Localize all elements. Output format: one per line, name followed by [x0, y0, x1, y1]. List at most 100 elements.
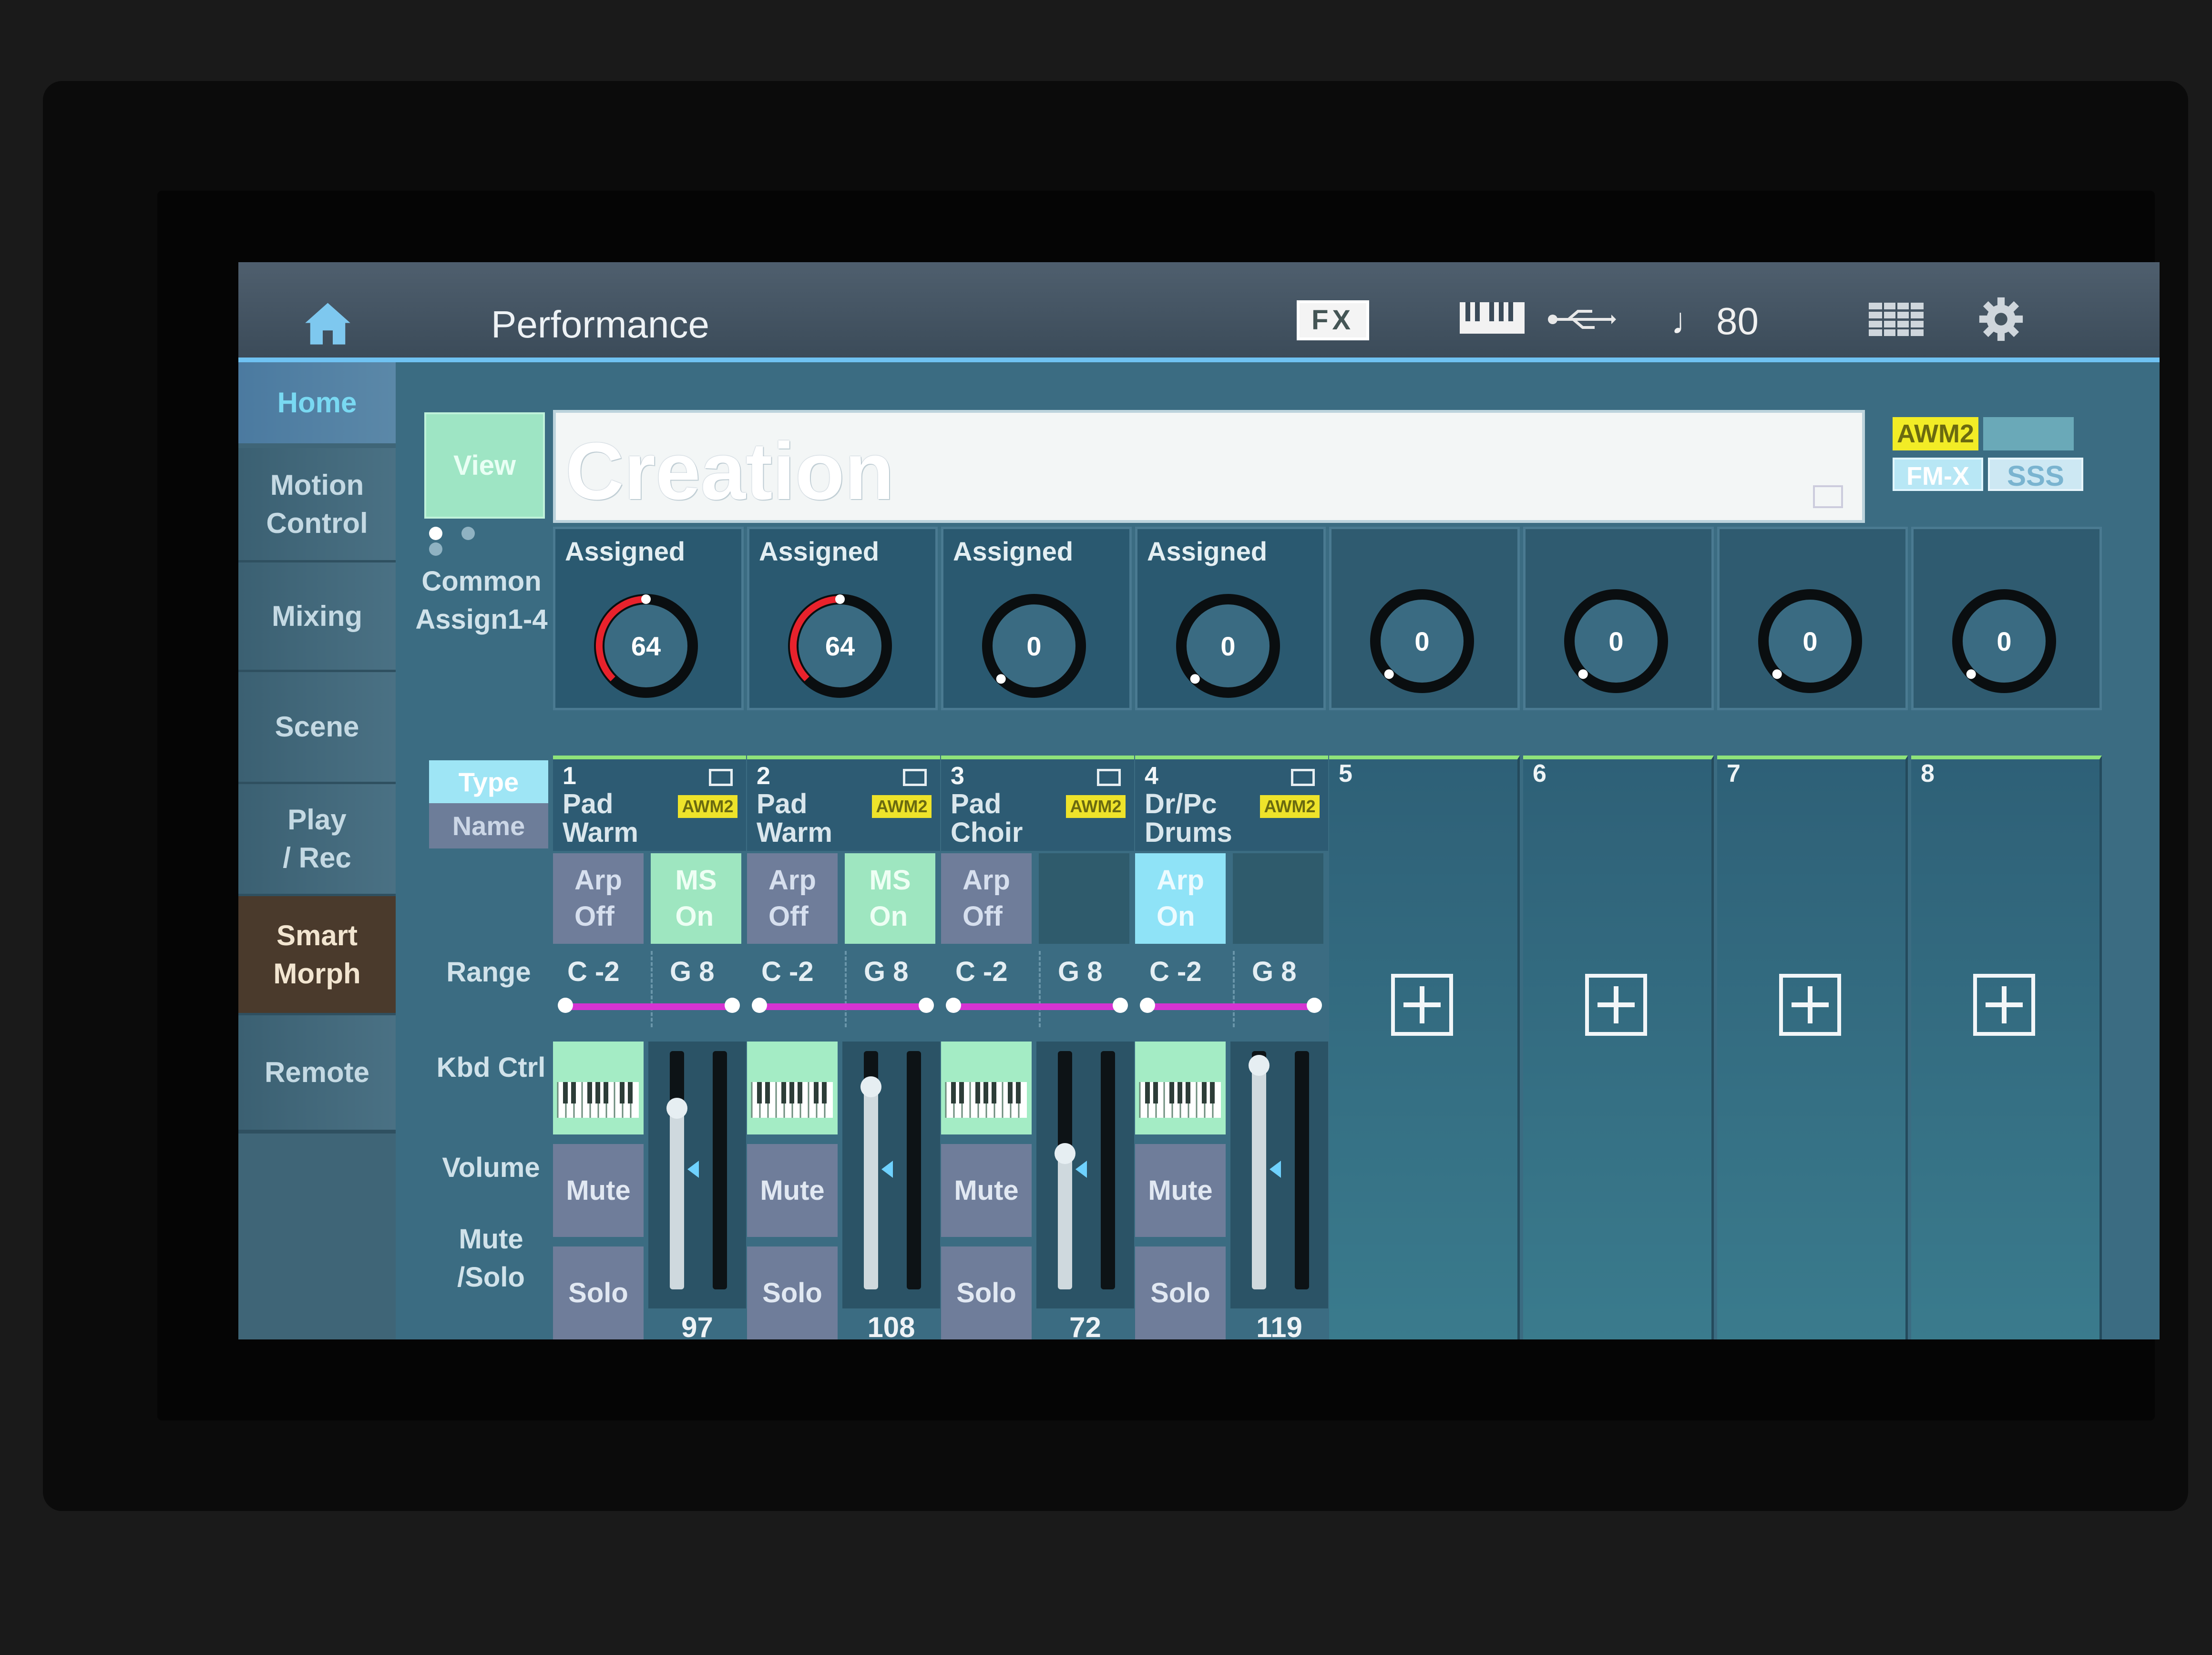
add-part-button[interactable]	[1779, 974, 1841, 1036]
mute-button[interactable]: Mute	[941, 1144, 1032, 1237]
fader-handle[interactable]	[1055, 1143, 1075, 1164]
home-icon[interactable]	[303, 300, 353, 346]
add-part-button[interactable]	[1391, 974, 1453, 1036]
kbd-ctrl-toggle[interactable]	[553, 1042, 644, 1134]
knob-cell[interactable]: Assigned 64	[553, 527, 744, 710]
mute-button[interactable]: Mute	[1135, 1144, 1226, 1237]
range-low[interactable]: C -2	[761, 956, 814, 988]
knob-value: 0	[1414, 626, 1429, 656]
knob-dial[interactable]: 0	[1949, 586, 2059, 696]
range-bar[interactable]	[563, 1003, 734, 1010]
range-bar[interactable]	[1145, 1003, 1316, 1010]
knob-cell[interactable]: Assigned 64	[747, 527, 938, 710]
knob-dial[interactable]: 64	[591, 591, 701, 701]
kbd-ctrl-toggle[interactable]	[747, 1042, 838, 1134]
nav-motion-control-label: Motion Control	[266, 469, 368, 539]
mute-button[interactable]: Mute	[747, 1144, 838, 1237]
nav-smart-morph[interactable]: Smart Morph	[238, 896, 396, 1017]
part-column: 3 Pad Choir AWM2 Arp Off C -2 G 8 Mute S…	[941, 756, 1134, 1339]
range-bar[interactable]	[757, 1003, 928, 1010]
knob-cell[interactable]: 0	[1329, 527, 1520, 710]
fader-track[interactable]	[860, 1051, 881, 1289]
nav-play-rec[interactable]: Play / Rec	[238, 784, 396, 898]
range-low-handle[interactable]	[752, 998, 767, 1013]
range-high-handle[interactable]	[1113, 998, 1128, 1013]
nav-scene[interactable]: Scene	[238, 672, 396, 786]
motion-seq-toggle[interactable]: MS On	[845, 853, 935, 944]
type-toggle[interactable]: Type	[429, 760, 548, 803]
volume-fader[interactable]	[1230, 1042, 1328, 1308]
part-name: Choir	[951, 817, 1023, 848]
knob-dial[interactable]: 0	[1367, 586, 1477, 696]
knob-dial[interactable]: 0	[1755, 586, 1865, 696]
knob-dial[interactable]: 0	[1561, 586, 1671, 696]
range-high[interactable]: G 8	[864, 956, 909, 988]
fader-handle[interactable]	[1249, 1055, 1270, 1076]
fader-handle[interactable]	[860, 1076, 881, 1097]
fader-track[interactable]	[1249, 1051, 1270, 1289]
range-high[interactable]: G 8	[670, 956, 715, 988]
tempo-value[interactable]: 80	[1716, 299, 1759, 343]
view-button[interactable]: View	[424, 412, 545, 519]
keyboard-icon[interactable]	[1459, 301, 1526, 335]
volume-fader[interactable]	[842, 1042, 940, 1308]
nav-home[interactable]: Home	[238, 362, 396, 443]
volume-fader[interactable]	[648, 1042, 746, 1308]
kbd-ctrl-toggle[interactable]	[1135, 1042, 1226, 1134]
knob-cell[interactable]: 0	[1911, 527, 2102, 710]
knob-dial[interactable]: 0	[1173, 591, 1283, 701]
range-low[interactable]: C -2	[567, 956, 620, 988]
knob-dial[interactable]: 0	[979, 591, 1089, 701]
nav-play-rec-label: Play / Rec	[283, 804, 351, 874]
solo-button[interactable]: Solo	[747, 1246, 838, 1339]
part-number: 7	[1727, 760, 1741, 787]
nav-motion-control[interactable]: Motion Control	[238, 448, 396, 564]
range-high-handle[interactable]	[1307, 998, 1322, 1013]
range-high-handle[interactable]	[725, 998, 740, 1013]
add-part-button[interactable]	[1973, 974, 2035, 1036]
knob-pointer	[1772, 669, 1782, 679]
fx-button[interactable]: FX	[1297, 300, 1369, 340]
part-header[interactable]: 2 Pad Warm AWM2	[747, 756, 940, 851]
solo-button[interactable]: Solo	[553, 1246, 644, 1339]
part-header[interactable]: 3 Pad Choir AWM2	[941, 756, 1134, 851]
performance-name-field[interactable]: Creation	[553, 410, 1865, 523]
solo-button[interactable]: Solo	[1135, 1246, 1226, 1339]
range-high[interactable]: G 8	[1252, 956, 1297, 988]
nav-mixing-label: Mixing	[272, 600, 362, 632]
fader-track[interactable]	[666, 1051, 687, 1289]
arp-toggle[interactable]: Arp Off	[941, 853, 1032, 944]
arp-toggle[interactable]: Arp Off	[553, 853, 644, 944]
add-part-button[interactable]	[1585, 974, 1647, 1036]
range-low[interactable]: C -2	[1149, 956, 1202, 988]
part-header[interactable]: 4 Dr/Pc Drums AWM2	[1135, 756, 1328, 851]
gear-icon[interactable]	[1978, 296, 2024, 342]
range-low-handle[interactable]	[946, 998, 961, 1013]
motion-seq-toggle[interactable]: MS On	[651, 853, 741, 944]
nav-mixing[interactable]: Mixing	[238, 562, 396, 674]
knob-dial[interactable]: 64	[785, 591, 895, 701]
nav-remote[interactable]: Remote	[238, 1015, 396, 1134]
range-low-handle[interactable]	[1140, 998, 1155, 1013]
range-high[interactable]: G 8	[1058, 956, 1103, 988]
part-header[interactable]: 1 Pad Warm AWM2	[553, 756, 746, 851]
volume-fader[interactable]	[1036, 1042, 1134, 1308]
range-low[interactable]: C -2	[955, 956, 1008, 988]
name-toggle[interactable]: Name	[429, 803, 548, 848]
knob-cell[interactable]: 0	[1717, 527, 1908, 710]
solo-button[interactable]: Solo	[941, 1246, 1032, 1339]
fader-track[interactable]	[1055, 1051, 1075, 1289]
grid-icon[interactable]	[1869, 303, 1924, 336]
range-bar[interactable]	[951, 1003, 1122, 1010]
knob-cell[interactable]: 0	[1523, 527, 1714, 710]
mute-button[interactable]: Mute	[553, 1144, 644, 1237]
knob-cell[interactable]: Assigned 0	[941, 527, 1132, 710]
arp-toggle[interactable]: Arp Off	[747, 853, 838, 944]
knob-cell[interactable]: Assigned 0	[1135, 527, 1326, 710]
arp-toggle[interactable]: Arp On	[1135, 853, 1226, 944]
range-low-handle[interactable]	[558, 998, 573, 1013]
part-name: Warm	[563, 817, 638, 848]
range-high-handle[interactable]	[919, 998, 934, 1013]
kbd-ctrl-toggle[interactable]	[941, 1042, 1032, 1134]
fader-handle[interactable]	[666, 1098, 687, 1119]
